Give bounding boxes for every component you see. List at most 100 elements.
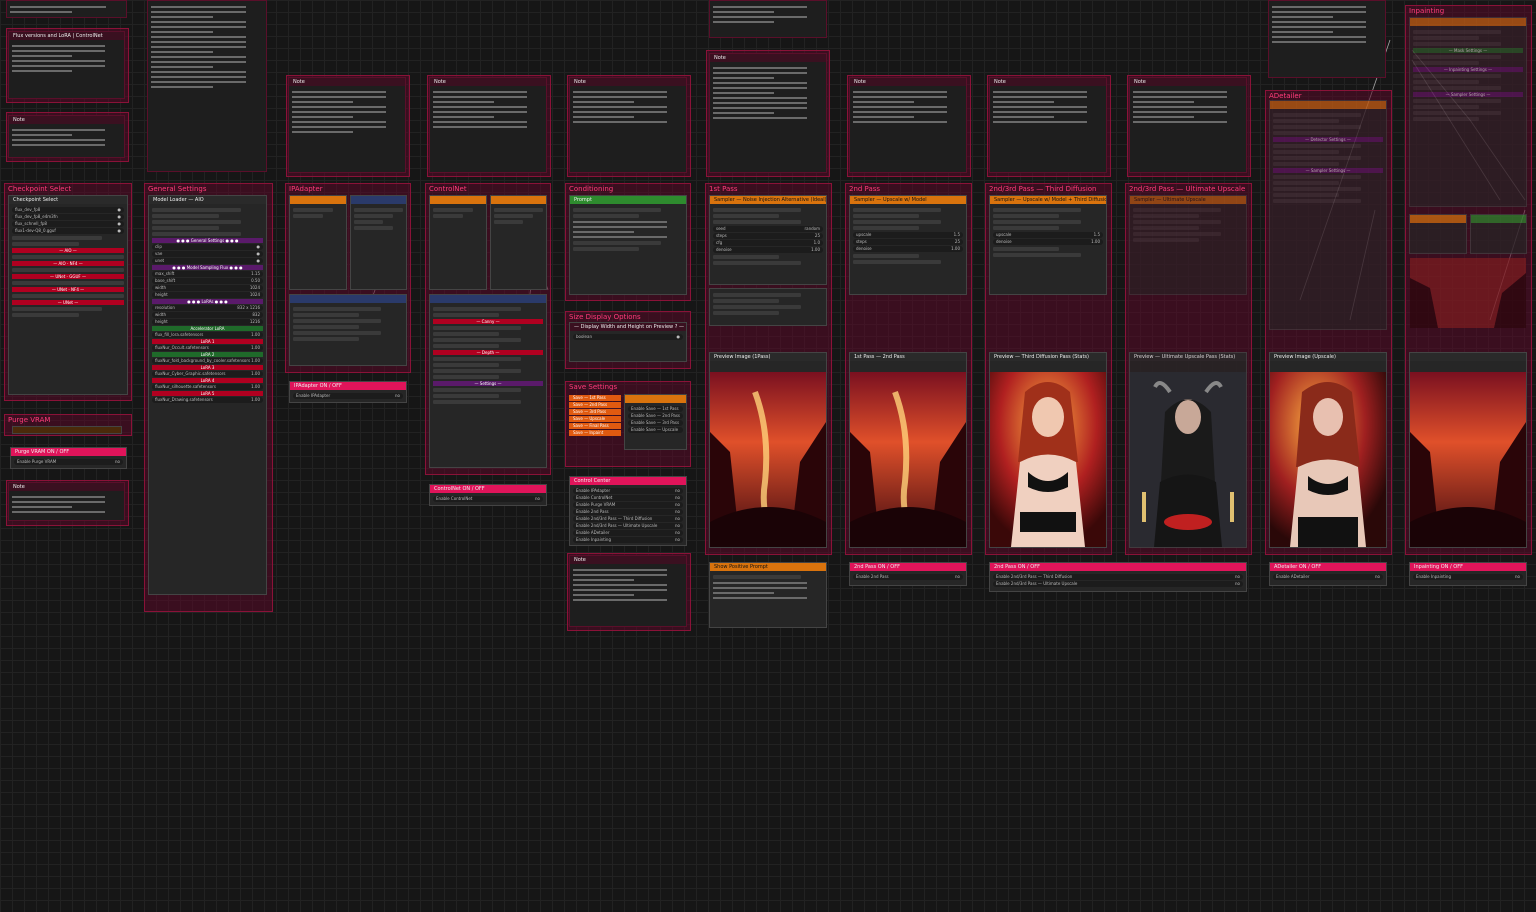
preview-image-portrait-2[interactable] [1130, 372, 1246, 547]
toggle-pass3a[interactable]: Enable 2nd/3rd Pass — Third Diffusion no [993, 574, 1243, 580]
note-flux-versions[interactable]: Flux versions and LoRA | ControlNet [8, 31, 125, 99]
node-canvas[interactable]: Flux versions and LoRA | ControlNet Note… [0, 0, 1536, 912]
toggle-pass2[interactable]: Enable 2nd Pass no [853, 574, 963, 580]
widget-lora-3[interactable]: fluxNur_Cyber_Graphic.safetensors 1.00 [152, 371, 263, 377]
preview-image-portrait-1[interactable] [990, 372, 1106, 547]
separator: LoRA 2 [152, 352, 263, 357]
note-top-mid[interactable] [709, 0, 827, 38]
save-button[interactable]: Save — 3rd Pass [569, 409, 621, 415]
node-pass1-settings[interactable] [709, 288, 827, 326]
widget-clip[interactable]: clip ● [152, 244, 263, 250]
separator: — UNet - NF4 — [12, 287, 124, 292]
widget-ckpt-1[interactable]: flux_dev_fp8 ● [12, 207, 124, 213]
note-pass3[interactable]: Note [989, 77, 1107, 173]
node-checkpoint-select[interactable]: Checkpoint Select flux_dev_fp8 ● flux_dev… [8, 195, 128, 395]
node-sampler-2[interactable]: Sampler — Upscale w/ Model upscale 1.5 st… [849, 195, 967, 295]
node-model-loader[interactable]: Model Loader — AIO ● ● ● General Setting… [148, 195, 267, 595]
note-adetailer[interactable] [1268, 0, 1386, 78]
widget-lora-0[interactable]: flux_fill_lora.safetensors 1.00 [152, 332, 263, 338]
node-controlnet-apply[interactable]: — Canny — — Depth — — Settings — [429, 294, 547, 468]
save-button[interactable]: Save — 2nd Pass [569, 402, 621, 408]
widget-lora-4[interactable]: fluxNur_silhouette.safetensors 1.00 [152, 384, 263, 390]
node-load-image-cn[interactable] [429, 195, 487, 290]
node-show-prompt[interactable]: Show Positive Prompt [709, 562, 827, 628]
toggle-pass3b[interactable]: Enable 2nd/3rd Pass — Ultimate Upscale no [993, 581, 1243, 587]
node-preprocessor[interactable] [490, 195, 547, 290]
widget-ckpt-3[interactable]: flux_schnell_fp8 ● [12, 221, 124, 227]
node-prompt[interactable]: Prompt [569, 195, 687, 295]
node-save-toggles[interactable]: Enable Save — 1st Pass Enable Save — 2nd… [624, 394, 687, 450]
separator: — Canny — [433, 319, 543, 324]
node-control-center[interactable]: Control Center Enable IPAdapter no Enable… [569, 476, 687, 546]
toggle-purge[interactable]: Enable Purge VRAM no [14, 459, 123, 465]
node-inpaint[interactable]: — Mask Settings — — Inpainting Settings … [1409, 17, 1527, 207]
note-pass2[interactable]: Note [849, 77, 967, 173]
node-purge[interactable] [12, 426, 122, 434]
note-controlnet[interactable]: Note [429, 77, 547, 173]
note-left[interactable]: Note [8, 115, 125, 158]
cc-toggle[interactable]: Enable ADetailer no [573, 530, 683, 536]
node-title: Preview Image (1Pass) [710, 353, 826, 361]
widget-ckpt-2[interactable]: flux_dev_fp8_e4m3fn ● [12, 214, 124, 220]
node-display-options[interactable]: — Display Width and Height on Preview ? … [569, 322, 687, 362]
widget-unet[interactable]: unet ● [152, 258, 263, 264]
separator: ● ● ● LoRAs ● ● ● [152, 299, 263, 304]
widget-height[interactable]: height 1024 [152, 292, 263, 298]
node-ipadapter-apply[interactable] [289, 294, 407, 366]
cc-toggle[interactable]: Enable 2nd/3rd Pass — Ultimate Upscale no [573, 523, 683, 529]
node-controlnet-toggle[interactable]: ControlNet ON / OFF Enable ControlNet no [429, 484, 547, 506]
node-title: 2nd Pass ON / OFF [850, 563, 966, 571]
node-title: Sampler — Upscale w/ Model [850, 196, 966, 204]
node-ipadapter-toggle[interactable]: IPAdapter ON / OFF Enable IPAdapter no [289, 381, 407, 403]
node-load-image-inpaint[interactable] [1409, 214, 1467, 254]
save-button[interactable]: Save — Inpaint [569, 430, 621, 436]
preview-image-landscape-1[interactable] [710, 372, 826, 547]
node-adetailer-toggle[interactable]: ADetailer ON / OFF Enable ADetailer no [1269, 562, 1387, 586]
node-inpaint-toggle[interactable]: Inpainting ON / OFF Enable Inpainting no [1409, 562, 1527, 586]
node-clip-vision[interactable] [350, 195, 407, 290]
save-button[interactable]: Save — Final Pass [569, 423, 621, 429]
widget-lora-1[interactable]: fluxNur_Occult.safetensors 1.00 [152, 345, 263, 351]
node-sampler-1[interactable]: Sampler — Noise Injection Alternative (I… [709, 195, 827, 285]
preview-image-landscape-2[interactable] [850, 372, 966, 547]
save-button[interactable]: Save — 1st Pass [569, 395, 621, 401]
note-conditioning[interactable]: Note [569, 77, 687, 173]
note-general[interactable] [147, 0, 267, 172]
note-pass4[interactable]: Note [1129, 77, 1247, 173]
node-adetailer[interactable]: — Detector Settings — — Sampler Settings… [1269, 100, 1387, 330]
note-top-left[interactable] [6, 0, 127, 18]
node-sampler-4[interactable]: Sampler — Ultimate Upscale [1129, 195, 1247, 295]
toggle-ipadapter[interactable]: Enable IPAdapter no [293, 393, 403, 399]
node-pass23-toggle[interactable]: 2nd Pass ON / OFF Enable 2nd/3rd Pass — … [989, 562, 1247, 592]
toggle-adetailer[interactable]: Enable ADetailer no [1273, 574, 1383, 580]
node-pass2-toggle[interactable]: 2nd Pass ON / OFF Enable 2nd Pass no [849, 562, 967, 586]
note-bottom-left[interactable]: Note [8, 482, 125, 521]
separator: — AIO — [12, 248, 124, 253]
note-ipadapter[interactable]: Note [288, 77, 406, 173]
toggle-inpaint[interactable]: Enable Inpainting no [1413, 574, 1523, 580]
cc-toggle[interactable]: Enable 2nd/3rd Pass — Third Diffusion no [573, 516, 683, 522]
node-mask[interactable] [1470, 214, 1527, 254]
widget-vae[interactable]: vae ● [152, 251, 263, 257]
preview-image-portrait-3[interactable] [1270, 372, 1386, 547]
save-button[interactable]: Save — Upscale [569, 416, 621, 422]
cc-toggle[interactable]: Enable ControlNet no [573, 495, 683, 501]
cc-toggle[interactable]: Enable IPAdapter no [573, 488, 683, 494]
cc-toggle[interactable]: Enable 2nd Pass no [573, 509, 683, 515]
toggle-controlnet[interactable]: Enable ControlNet no [433, 496, 543, 502]
node-sampler-3[interactable]: Sampler — Upscale w/ Model + Third Diffu… [989, 195, 1107, 295]
preview-image-landscape-3[interactable] [1410, 372, 1526, 547]
node-load-image-ipa[interactable] [289, 195, 347, 290]
note-pass1[interactable]: Note [709, 53, 827, 173]
widget-lora-5[interactable]: fluxNur_Drawing.safetensors 1.00 [152, 397, 263, 403]
node-purge-toggle[interactable]: Purge VRAM ON / OFF Enable Purge VRAM no [10, 447, 127, 469]
cc-toggle[interactable]: Enable Inpainting no [573, 537, 683, 543]
widget-lora-2[interactable]: fluxNur_fold_background_by_cooler.safete… [152, 358, 263, 364]
widget-ckpt-4[interactable]: flux1-dev-Q8_0.gguf ● [12, 228, 124, 234]
widget-max-shift[interactable]: max_shift 1.15 [152, 271, 263, 277]
cc-toggle[interactable]: Enable Purge VRAM no [573, 502, 683, 508]
separator: — Detector Settings — [1273, 137, 1383, 142]
widget-base-shift[interactable]: base_shift 0.50 [152, 278, 263, 284]
note-control-center[interactable]: Note [569, 555, 687, 627]
widget-width[interactable]: width 1024 [152, 285, 263, 291]
